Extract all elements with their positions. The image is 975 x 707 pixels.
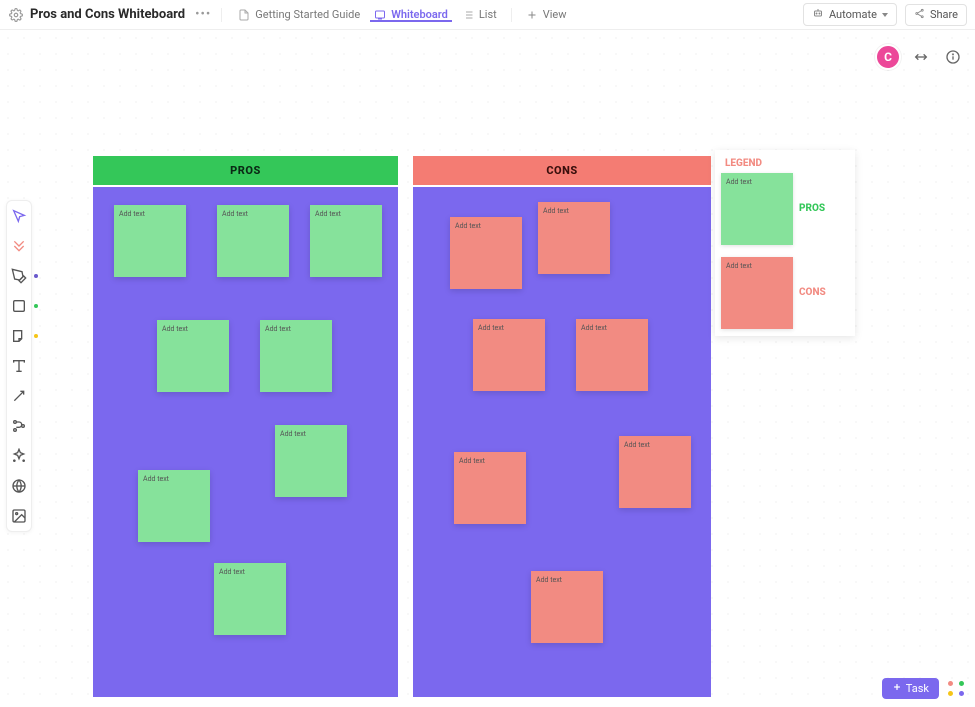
sticky-note[interactable]: Add text xyxy=(275,425,347,497)
apps-icon[interactable] xyxy=(947,680,965,698)
sticky-note[interactable]: Add text xyxy=(454,452,526,524)
hand-tool[interactable] xyxy=(10,237,28,255)
tab-label: View xyxy=(543,8,567,21)
pros-header: PROS xyxy=(93,156,398,185)
tab-getting-started[interactable]: Getting Started Guide xyxy=(238,8,360,21)
bottom-right-actions: Task xyxy=(882,678,965,699)
tab-whiteboard[interactable]: Whiteboard xyxy=(374,8,448,21)
cons-body[interactable]: Add text Add text Add text Add text Add … xyxy=(413,187,711,697)
ai-tool[interactable] xyxy=(10,447,28,465)
tab-list[interactable]: List xyxy=(462,8,497,21)
sticky-note[interactable]: Add text xyxy=(260,320,332,392)
legend-note-cons[interactable]: Add text xyxy=(721,257,793,329)
whiteboard-icon xyxy=(374,9,386,21)
legend-row: Add text PROS xyxy=(721,173,849,255)
avatar[interactable]: C xyxy=(875,44,901,70)
tool-palette xyxy=(6,200,32,532)
connector-tool[interactable] xyxy=(10,387,28,405)
sticky-note[interactable]: Add text xyxy=(310,205,382,277)
sticky-note[interactable]: Add text xyxy=(214,563,286,635)
list-icon xyxy=(462,9,474,21)
divider xyxy=(221,8,222,22)
sticky-tool[interactable] xyxy=(10,327,28,345)
share-label: Share xyxy=(930,8,958,21)
image-tool[interactable] xyxy=(10,507,28,525)
sticky-note[interactable]: Add text xyxy=(114,205,186,277)
legend-note-pros[interactable]: Add text xyxy=(721,173,793,245)
legend-row: Add text CONS xyxy=(721,257,849,339)
sticky-note[interactable]: Add text xyxy=(217,205,289,277)
tab-label: Getting Started Guide xyxy=(255,8,360,21)
tab-label: List xyxy=(479,8,497,21)
plus-icon xyxy=(892,682,902,695)
cons-header: CONS xyxy=(413,156,711,185)
sticky-note[interactable]: Add text xyxy=(619,436,691,508)
legend-title: LEGEND xyxy=(715,150,855,173)
settings-icon[interactable] xyxy=(8,7,24,23)
app-header: Pros and Cons Whiteboard ••• Getting Sta… xyxy=(0,0,975,30)
tool-color-indicator xyxy=(34,274,38,278)
sticky-note[interactable]: Add text xyxy=(473,319,545,391)
divider xyxy=(511,8,512,22)
sticky-note[interactable]: Add text xyxy=(157,320,229,392)
chevron-down-icon xyxy=(882,13,888,17)
automate-label: Automate xyxy=(829,8,877,21)
legend-label: PROS xyxy=(799,203,825,214)
fit-icon[interactable] xyxy=(909,45,933,69)
plus-icon xyxy=(526,9,538,21)
pros-body[interactable]: Add text Add text Add text Add text Add … xyxy=(93,187,398,697)
create-task-button[interactable]: Task xyxy=(882,678,939,699)
legend-label: CONS xyxy=(799,287,826,298)
header-left: Pros and Cons Whiteboard ••• Getting Sta… xyxy=(8,7,567,23)
automate-button[interactable]: Automate xyxy=(803,3,897,26)
select-tool[interactable] xyxy=(10,207,28,225)
sticky-note[interactable]: Add text xyxy=(138,470,210,542)
sticky-note[interactable]: Add text xyxy=(538,202,610,274)
card-link-tool[interactable] xyxy=(10,417,28,435)
sticky-note[interactable]: Add text xyxy=(450,217,522,289)
canvas-topright-toolbar: C xyxy=(875,44,965,70)
robot-icon xyxy=(812,7,824,22)
header-right: Automate Share xyxy=(803,3,967,26)
pros-column[interactable]: PROS Add text Add text Add text Add text… xyxy=(93,156,398,696)
more-icon[interactable]: ••• xyxy=(191,7,215,22)
pen-tool[interactable] xyxy=(10,267,28,285)
page-title: Pros and Cons Whiteboard xyxy=(30,7,185,22)
share-icon xyxy=(914,8,925,22)
sticky-note[interactable]: Add text xyxy=(531,571,603,643)
web-tool[interactable] xyxy=(10,477,28,495)
shape-tool[interactable] xyxy=(10,297,28,315)
cons-column[interactable]: CONS Add text Add text Add text Add text… xyxy=(413,156,711,696)
whiteboard-canvas[interactable]: C xyxy=(0,30,975,707)
share-button[interactable]: Share xyxy=(905,4,967,26)
tab-label: Whiteboard xyxy=(391,8,448,21)
sticky-note[interactable]: Add text xyxy=(576,319,648,391)
doc-icon xyxy=(238,9,250,21)
info-icon[interactable] xyxy=(941,45,965,69)
add-view-button[interactable]: View xyxy=(526,8,567,21)
view-tabs: Getting Started Guide Whiteboard List xyxy=(238,8,566,22)
legend-panel[interactable]: LEGEND Add text PROS Add text CONS xyxy=(715,150,855,336)
tool-color-indicator xyxy=(34,334,38,338)
task-label: Task xyxy=(906,682,929,695)
text-tool[interactable] xyxy=(10,357,28,375)
tool-color-indicator xyxy=(34,304,38,308)
